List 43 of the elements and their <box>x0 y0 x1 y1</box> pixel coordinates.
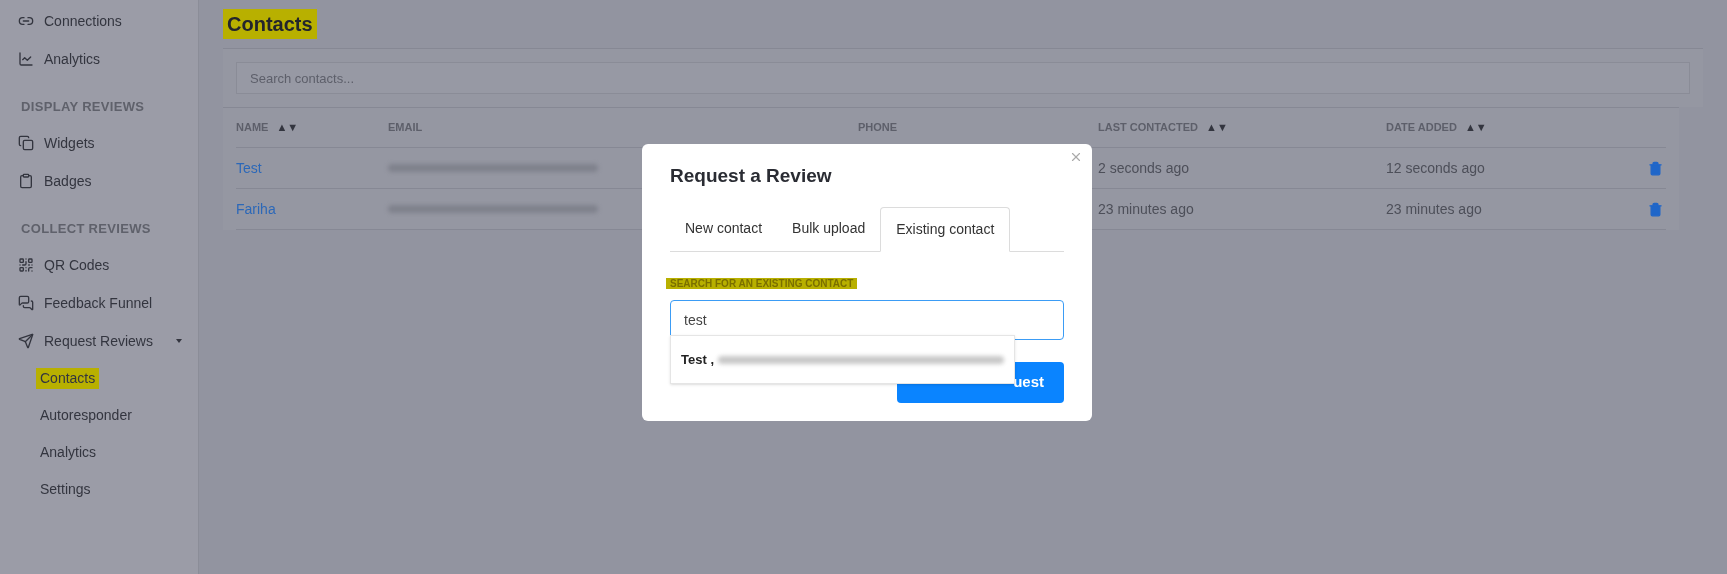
tab[interactable]: New contact <box>670 206 778 251</box>
sidebar-item[interactable]: Feedback Funnel <box>0 284 198 322</box>
sidebar-item[interactable]: QR Codes <box>0 246 198 284</box>
sort-toggle[interactable]: ▲▼ <box>1464 119 1487 136</box>
paper-plane-icon <box>18 333 34 349</box>
column-header: EMAIL <box>388 120 423 136</box>
table-cell: 23 minutes ago <box>1098 201 1194 217</box>
search-field[interactable]: Search contacts... <box>236 62 1690 94</box>
tab[interactable]: Existing contact <box>880 206 1011 252</box>
section-heading: DISPLAY REVIEWS <box>20 98 145 117</box>
column-header: LAST CONTACTED <box>1098 120 1198 136</box>
stacked-squares-icon <box>18 135 34 151</box>
sidebar-item[interactable]: Badges <box>0 162 198 200</box>
clipboard-icon <box>18 173 34 189</box>
sidebar-item[interactable]: Widgets <box>0 124 198 162</box>
column-header: NAME <box>236 120 269 136</box>
sort-toggle[interactable]: ▲▼ <box>276 119 299 136</box>
suggestion-name: Test , <box>681 350 714 369</box>
section-heading: COLLECT REVIEWS <box>20 220 151 239</box>
sidebar-subitem[interactable]: Contacts <box>0 360 198 397</box>
close-button[interactable] <box>1069 150 1083 164</box>
chat-bubbles-icon <box>18 295 34 311</box>
column-header: DATE ADDED <box>1386 120 1457 136</box>
sort-toggle[interactable]: ▲▼ <box>1206 119 1228 136</box>
line-chart-icon <box>18 51 34 67</box>
modal-title: Request a Review <box>670 164 833 188</box>
table-cell: 2 seconds ago <box>1098 160 1190 176</box>
sidebar-subitem[interactable]: Autoresponder <box>0 397 198 434</box>
delete-icon[interactable] <box>1648 201 1663 217</box>
column-header: PHONE <box>858 120 898 136</box>
qr-code-icon <box>18 257 34 273</box>
sidebar-item[interactable]: Connections <box>0 2 198 40</box>
field-label: SEARCH FOR AN EXISTING CONTACT <box>666 277 858 289</box>
sidebar-subitem[interactable]: Settings <box>0 471 198 508</box>
sidebar-item[interactable]: Analytics <box>0 40 198 78</box>
delete-icon[interactable] <box>1648 160 1663 176</box>
sidebar-item[interactable]: Request Reviews <box>0 322 198 360</box>
table-cell: 23 minutes ago <box>1386 201 1482 217</box>
page-title: Contacts <box>223 9 317 39</box>
sidebar-subitem[interactable]: Analytics <box>0 434 198 471</box>
tab[interactable]: Bulk upload <box>777 206 881 251</box>
suggestion-dropdown[interactable]: Test , <box>670 335 1015 384</box>
table-cell: 12 seconds ago <box>1386 160 1485 176</box>
